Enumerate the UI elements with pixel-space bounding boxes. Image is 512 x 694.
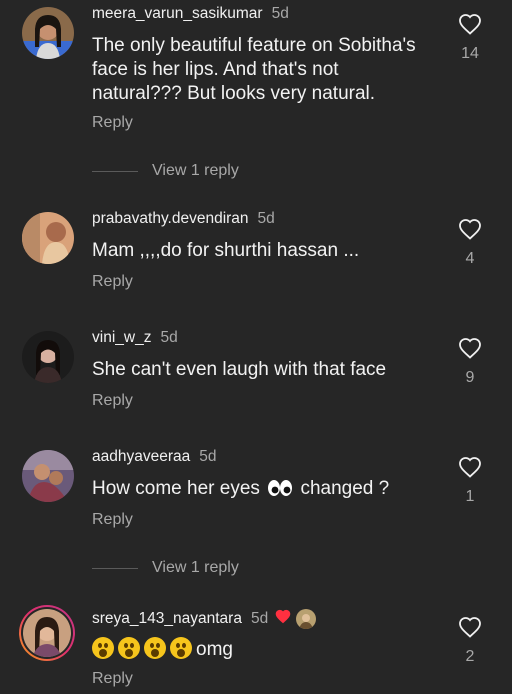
like-count: 4 bbox=[465, 250, 475, 267]
view-replies-button[interactable]: View 1 reply bbox=[92, 162, 239, 180]
avatar[interactable] bbox=[22, 212, 74, 264]
comment-meta: meera_varun_sasikumar 5d bbox=[92, 5, 289, 23]
heart-outline-icon[interactable] bbox=[458, 13, 482, 35]
like-count: 9 bbox=[465, 369, 475, 386]
username[interactable]: aadhyaveeraa bbox=[92, 448, 190, 466]
like-count: 1 bbox=[465, 488, 475, 505]
username[interactable]: prabavathy.devendiran bbox=[92, 210, 249, 228]
red-heart-icon bbox=[274, 608, 292, 629]
heart-outline-icon[interactable] bbox=[458, 337, 482, 359]
avatar[interactable] bbox=[22, 331, 74, 383]
avatar[interactable] bbox=[18, 604, 76, 662]
comment-text: Mam ,,,,do for shurthi hassan ... bbox=[92, 240, 360, 261]
astonished-face-emoji bbox=[92, 637, 114, 659]
username[interactable]: vini_w_z bbox=[92, 329, 151, 347]
astonished-face-emoji bbox=[170, 637, 192, 659]
heart-outline-icon[interactable] bbox=[458, 616, 482, 638]
reply-button[interactable]: Reply bbox=[92, 670, 133, 688]
timestamp: 5d bbox=[160, 329, 178, 346]
comment-meta: aadhyaveeraa 5d bbox=[92, 448, 217, 466]
comment-text: omg bbox=[92, 637, 233, 662]
like-count: 2 bbox=[465, 648, 475, 665]
timestamp: 5d bbox=[271, 5, 289, 22]
avatar[interactable] bbox=[22, 7, 74, 59]
astonished-face-emoji bbox=[118, 637, 140, 659]
divider bbox=[92, 170, 138, 172]
username[interactable]: sreya_143_nayantara bbox=[92, 610, 242, 628]
like-control: 1 bbox=[456, 456, 484, 506]
comment-meta: vini_w_z 5d bbox=[92, 329, 178, 347]
heart-outline-icon[interactable] bbox=[458, 456, 482, 478]
view-replies-button[interactable]: View 1 reply bbox=[92, 559, 239, 577]
like-control: 14 bbox=[456, 13, 484, 63]
reply-button[interactable]: Reply bbox=[92, 114, 133, 132]
like-control: 2 bbox=[456, 616, 484, 666]
heart-outline-icon[interactable] bbox=[458, 218, 482, 240]
like-control: 4 bbox=[456, 218, 484, 268]
comment-text: The only beautiful feature on Sobitha's … bbox=[92, 35, 416, 104]
astonished-face-emoji bbox=[144, 637, 166, 659]
timestamp: 5d bbox=[257, 210, 275, 227]
reply-button[interactable]: Reply bbox=[92, 511, 133, 529]
reply-button[interactable]: Reply bbox=[92, 392, 133, 410]
eyes-emoji bbox=[267, 479, 293, 504]
username[interactable]: meera_varun_sasikumar bbox=[92, 5, 263, 23]
comment-text: How come her eyes changed ? bbox=[92, 477, 389, 504]
like-control: 9 bbox=[456, 337, 484, 387]
timestamp: 5d bbox=[250, 609, 269, 627]
timestamp: 5d bbox=[199, 448, 217, 465]
divider bbox=[92, 567, 138, 569]
creator-avatar bbox=[296, 608, 317, 629]
comment-meta: sreya_143_nayantara 5d bbox=[92, 608, 317, 629]
comment-meta: prabavathy.devendiran 5d bbox=[92, 210, 275, 228]
avatar[interactable] bbox=[22, 450, 74, 502]
like-count: 14 bbox=[461, 45, 479, 62]
comment-text: She can't even laugh with that face bbox=[92, 359, 387, 380]
reply-button[interactable]: Reply bbox=[92, 273, 133, 291]
